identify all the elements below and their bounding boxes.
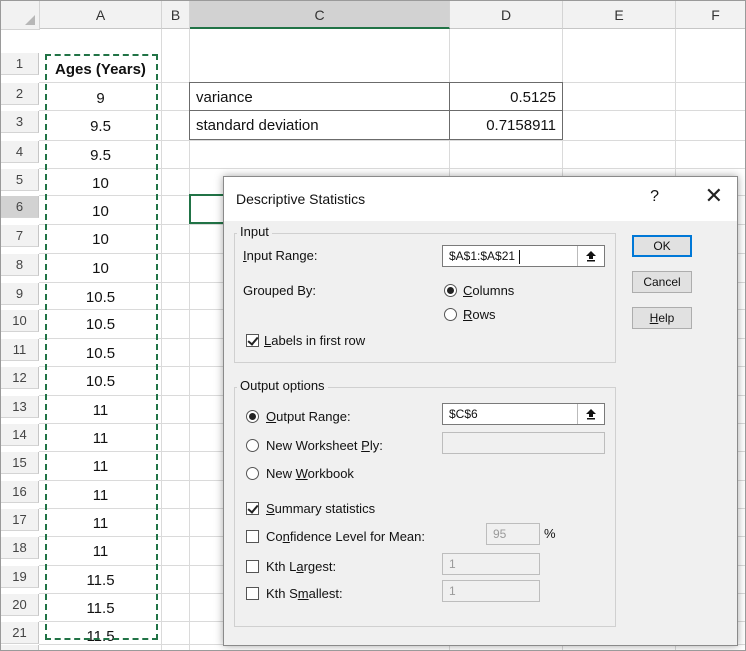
column-header-f[interactable]: F xyxy=(676,1,745,29)
confidence-level-checkbox[interactable] xyxy=(246,530,259,543)
row-header-14[interactable]: 14 xyxy=(1,424,39,446)
new-workbook-label[interactable]: New Workbook xyxy=(266,466,354,481)
range-collapse-icon[interactable] xyxy=(577,246,604,266)
help-button[interactable]: Help xyxy=(632,307,692,329)
output-range-radio[interactable] xyxy=(246,410,259,423)
labels-first-row-label[interactable]: Labels in first row xyxy=(264,333,365,348)
row-header-1[interactable]: 1 xyxy=(1,53,39,75)
dialog-title: Descriptive Statistics xyxy=(236,191,366,207)
row-header-8[interactable]: 8 xyxy=(1,254,39,276)
kth-largest-checkbox[interactable] xyxy=(246,560,259,573)
row-header-6[interactable]: 6 xyxy=(1,196,39,218)
row-header-9[interactable]: 9 xyxy=(1,283,39,305)
grouped-by-label: Grouped By: xyxy=(243,283,316,298)
column-header-e[interactable]: E xyxy=(563,1,676,29)
columns-radio[interactable] xyxy=(444,284,457,297)
column-header-c[interactable]: C xyxy=(190,1,450,29)
output-options-label: Output options xyxy=(237,378,328,393)
copy-marquee xyxy=(45,54,158,640)
percent-sign: % xyxy=(544,526,556,541)
column-header-b[interactable]: B xyxy=(162,1,190,29)
dialog-titlebar[interactable]: Descriptive Statistics ? ✕ xyxy=(224,177,737,221)
row-header-13[interactable]: 13 xyxy=(1,396,39,418)
row-header-17[interactable]: 17 xyxy=(1,509,39,531)
column-header-a[interactable]: A xyxy=(40,1,162,29)
input-range-value: $A$1:$A$21 xyxy=(449,249,516,263)
ok-button[interactable]: OK xyxy=(632,235,692,257)
row-header-12[interactable]: 12 xyxy=(1,367,39,389)
output-range-collapse-icon[interactable] xyxy=(577,404,604,424)
row-header-7[interactable]: 7 xyxy=(1,225,39,247)
kth-smallest-checkbox[interactable] xyxy=(246,587,259,600)
kth-largest-label[interactable]: Kth Largest: xyxy=(266,559,336,574)
columns-radio-label[interactable]: Columns xyxy=(463,283,514,298)
input-range-field[interactable]: $A$1:$A$21 xyxy=(442,245,605,267)
rows-radio[interactable] xyxy=(444,308,457,321)
new-worksheet-label[interactable]: New Worksheet Ply: xyxy=(266,438,383,453)
kth-smallest-label[interactable]: Kth Smallest: xyxy=(266,586,343,601)
rows-radio-label[interactable]: Rows xyxy=(463,307,496,322)
output-range-label[interactable]: Output Range: xyxy=(266,409,351,424)
row-header-5[interactable]: 5 xyxy=(1,169,39,191)
confidence-level-field[interactable]: 95 xyxy=(486,523,540,545)
cell-d2[interactable]: 0.5125 xyxy=(450,86,562,108)
new-workbook-radio[interactable] xyxy=(246,467,259,480)
confidence-level-label[interactable]: Confidence Level for Mean: xyxy=(266,529,425,544)
row-header-3[interactable]: 3 xyxy=(1,111,39,133)
cell-d3[interactable]: 0.7158911 xyxy=(450,114,562,136)
row-header-2[interactable]: 2 xyxy=(1,83,39,105)
select-all-corner[interactable] xyxy=(1,1,40,30)
output-range-value: $C$6 xyxy=(449,407,478,421)
summary-statistics-label[interactable]: Summary statistics xyxy=(266,501,375,516)
input-group-label: Input xyxy=(237,224,272,239)
new-worksheet-radio[interactable] xyxy=(246,439,259,452)
help-question-icon[interactable]: ? xyxy=(650,188,659,206)
column-header-d[interactable]: D xyxy=(450,1,563,29)
input-range-label: Input Range: xyxy=(243,248,318,263)
row-header-20[interactable]: 20 xyxy=(1,594,39,616)
cell-c2[interactable]: variance xyxy=(190,86,449,108)
row-header-10[interactable]: 10 xyxy=(1,310,39,332)
labels-first-row-checkbox[interactable] xyxy=(246,334,259,347)
cell-c3[interactable]: standard deviation xyxy=(190,114,449,136)
row-header-19[interactable]: 19 xyxy=(1,566,39,588)
cancel-button[interactable]: Cancel xyxy=(632,271,692,293)
kth-largest-field[interactable]: 1 xyxy=(442,553,540,575)
row-header-15[interactable]: 15 xyxy=(1,452,39,474)
row-header-16[interactable]: 16 xyxy=(1,481,39,503)
row-header-18[interactable]: 18 xyxy=(1,537,39,559)
new-worksheet-field[interactable] xyxy=(442,432,605,454)
row-header-4[interactable]: 4 xyxy=(1,141,39,163)
row-header-22[interactable]: 22 xyxy=(1,645,39,650)
descriptive-statistics-dialog: Descriptive Statistics ? ✕ Input Input R… xyxy=(223,176,738,646)
row-header-21[interactable]: 21 xyxy=(1,622,39,644)
select-all-triangle-icon xyxy=(25,15,35,25)
close-icon[interactable]: ✕ xyxy=(705,185,723,207)
kth-smallest-field[interactable]: 1 xyxy=(442,580,540,602)
summary-statistics-checkbox[interactable] xyxy=(246,502,259,515)
spreadsheet-frame: A B C D E F 1 2 3 4 5 6 7 8 9 10 11 12 1… xyxy=(0,0,746,651)
row-header-11[interactable]: 11 xyxy=(1,339,39,361)
output-range-field[interactable]: $C$6 xyxy=(442,403,605,425)
